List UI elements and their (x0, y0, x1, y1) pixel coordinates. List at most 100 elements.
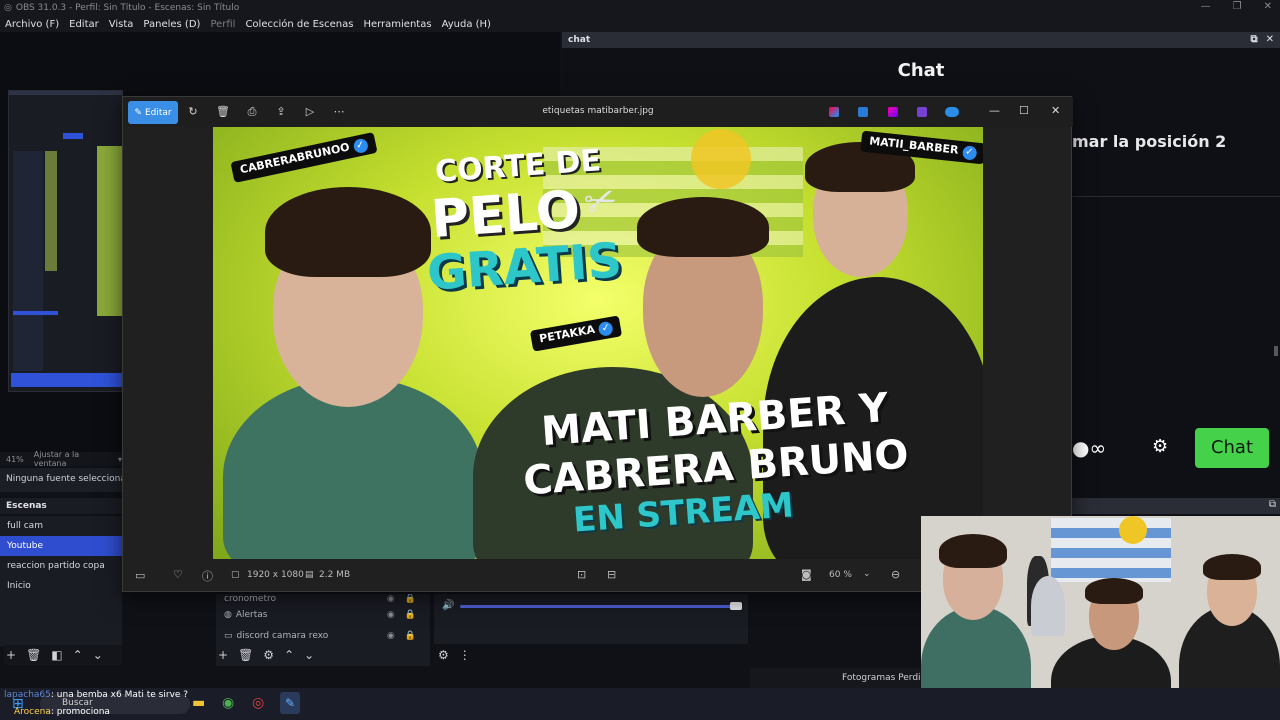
delete-icon[interactable]: 🗑 (215, 104, 231, 120)
file-explorer-icon[interactable]: ▬ (192, 695, 205, 711)
photos-app-icon[interactable] (917, 107, 927, 117)
actual-size-icon[interactable]: ⊟ (607, 568, 616, 581)
volume-slider[interactable] (460, 605, 740, 608)
fit-icon[interactable]: ⊡ (577, 568, 586, 581)
menu-coleccion-escenas[interactable]: Colección de Escenas (240, 19, 358, 30)
edit-button[interactable]: ✎ Editar (128, 101, 178, 124)
mixer-toolbar: ⚙ ⋮ (438, 645, 518, 665)
menu-herramientas[interactable]: Herramientas (358, 19, 436, 30)
chat-scrollbar[interactable] (1274, 346, 1278, 356)
menu-archivo[interactable]: Archivo (F) (0, 19, 64, 30)
menu-perfil[interactable]: Perfil (205, 19, 240, 30)
menu-editar[interactable]: Editar (64, 19, 104, 30)
rotate-icon[interactable]: ↻ (185, 104, 201, 120)
eye-icon[interactable]: ◉ (387, 631, 395, 641)
filter-icon[interactable]: ◧ (51, 648, 62, 662)
gear-icon[interactable]: ⚙ (263, 648, 274, 662)
source-label: cronometro (224, 594, 277, 604)
windows-taskbar: ⊞ ▬ ◉ ◎ ✎ (0, 688, 1280, 720)
menu-ayuda[interactable]: Ayuda (H) (437, 19, 496, 30)
sources-toolbar: + 🗑 ⚙ ⌃ ⌄ (218, 645, 338, 665)
restore-icon[interactable]: ❐ (1233, 1, 1242, 12)
source-item-discord[interactable]: ▭ discord camara rexo ◉ 🔒 (216, 625, 430, 646)
gear-icon[interactable]: ⚙ (438, 648, 449, 662)
cam-hair-right (1203, 554, 1261, 580)
eye-icon[interactable]: ◉ (387, 594, 395, 604)
close-icon[interactable]: ✕ (1051, 104, 1060, 117)
menu-paneles[interactable]: Paneles (D) (138, 19, 205, 30)
print-icon[interactable]: ⎙ (244, 104, 260, 120)
move-up-icon[interactable]: ⌃ (284, 648, 294, 662)
person-left-hair (265, 187, 431, 277)
minimize-icon[interactable]: — (1201, 1, 1211, 12)
chat-text-2: promociona (56, 707, 110, 717)
minimize-icon[interactable]: — (989, 104, 1000, 117)
lock-icon[interactable]: 🔒 (405, 631, 416, 641)
obs-window-controls: — ❐ ✕ (1201, 1, 1272, 12)
obs-taskbar-icon[interactable]: ◎ (252, 695, 264, 711)
preview-zoom-mode[interactable]: Ajustar a la ventana (34, 450, 108, 468)
lock-icon[interactable]: 🔒 (405, 594, 416, 604)
move-up-icon[interactable]: ⌃ (73, 648, 83, 662)
monitor-icon: ▭ (224, 630, 233, 641)
gear-icon[interactable]: ⚙ (1152, 436, 1168, 457)
stream-chat-overlay: lapacha65: una bemba x6 Mati te sirve ? … (4, 690, 189, 717)
filmstrip-icon[interactable]: ▭ (135, 569, 145, 582)
audio-mixer: 🔊 (434, 594, 748, 644)
person-center-hair (637, 197, 769, 257)
undock-icon[interactable]: ⧉ (1269, 499, 1276, 510)
source-item-cronometro[interactable]: cronometro ◉ 🔒 (216, 594, 430, 604)
eye-icon[interactable]: ◉ (387, 610, 395, 620)
chevron-down-icon[interactable]: ⌄ (863, 569, 871, 579)
menu-vista[interactable]: Vista (104, 19, 139, 30)
lock-icon[interactable]: 🔒 (405, 610, 416, 620)
scene-item-reaccion-partido[interactable]: reaccion partido copa (0, 556, 122, 576)
scenes-list: full cam Youtube reaccion partido copa I… (0, 516, 122, 646)
remove-scene-icon[interactable]: 🗑 (26, 648, 41, 662)
onedrive-icon[interactable] (945, 107, 959, 117)
move-down-icon[interactable]: ⌄ (304, 648, 314, 662)
add-source-icon[interactable]: + (218, 648, 228, 662)
share-icon[interactable]: ⇪ (273, 104, 289, 120)
more-options-icon[interactable]: ⋯ (331, 104, 347, 120)
source-item-alertas[interactable]: ◍ Alertas ◉ 🔒 (216, 604, 430, 625)
obs-window-title: OBS 31.0.3 - Perfil: Sin Título - Escena… (15, 3, 240, 13)
obs-titlebar: ◎ OBS 31.0.3 - Perfil: Sin Título - Esce… (0, 0, 1280, 16)
cam-hair-left (939, 534, 1007, 568)
thumbnail-image: CABRERABRUNOO ✓ MATII_BARBER ✓ PETAKKA ✓ CO… (213, 127, 983, 559)
obs-menubar: Archivo (F) Editar Vista Paneles (D) Per… (0, 16, 1280, 32)
scenes-dock-title: Escenas (0, 498, 122, 514)
speaker-icon[interactable]: 🔊 (442, 600, 454, 611)
chrome-icon[interactable]: ◉ (222, 695, 234, 711)
photos-taskbar-icon[interactable]: ✎ (280, 692, 300, 714)
scene-item-youtube[interactable]: Youtube (0, 536, 122, 556)
zoom-level[interactable]: 60 % (829, 570, 852, 580)
zoom-out-icon[interactable]: ⊖ (891, 568, 900, 581)
dimensions-icon: ▢ (231, 570, 240, 580)
undock-icon[interactable]: ⧉ (1250, 34, 1257, 45)
close-icon[interactable]: ✕ (1266, 34, 1274, 45)
scene-item-full-cam[interactable]: full cam (0, 516, 122, 536)
maximize-icon[interactable]: ☐ (1019, 104, 1029, 117)
move-down-icon[interactable]: ⌄ (93, 648, 103, 662)
cam-hair-center (1085, 578, 1143, 604)
scene-item-inicio[interactable]: Inicio (0, 576, 122, 596)
slideshow-icon[interactable]: ▷ (302, 104, 318, 120)
favorite-icon[interactable]: ♡ (173, 568, 183, 581)
chat-send-button[interactable]: Chat (1195, 428, 1269, 468)
close-icon[interactable]: ✕ (1264, 1, 1272, 12)
points-icon[interactable]: ●∞ (1072, 436, 1106, 460)
add-scene-icon[interactable]: + (6, 648, 16, 662)
designer-icon[interactable] (858, 107, 868, 117)
remove-source-icon[interactable]: 🗑 (238, 648, 253, 662)
copilot-icon[interactable] (829, 107, 839, 117)
pencil-icon: ✎ (134, 107, 142, 118)
volume-slider-handle[interactable] (730, 602, 742, 610)
file-size: 2.2 MB (319, 570, 351, 580)
info-icon[interactable]: ⓘ (202, 568, 213, 584)
zoom-fit-icon[interactable]: ◙ (801, 568, 812, 581)
chat-message: mar la posición 2 (1072, 132, 1227, 151)
more-options-icon[interactable]: ⋮ (459, 648, 471, 662)
clipchamp-icon[interactable] (888, 107, 898, 117)
preview-zoom-row[interactable]: 41% Ajustar a la ventana ▾ (0, 450, 122, 468)
